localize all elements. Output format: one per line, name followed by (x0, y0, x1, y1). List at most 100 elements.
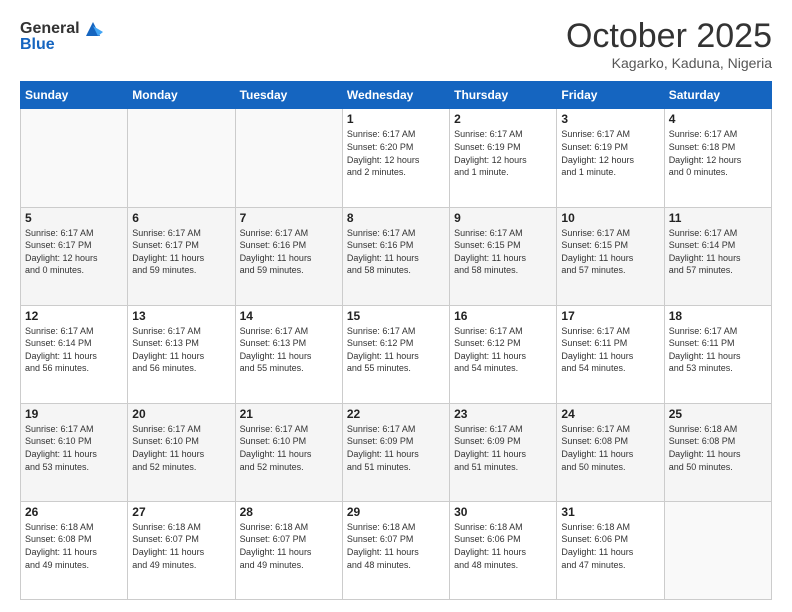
calendar-cell: 28Sunrise: 6:18 AMSunset: 6:07 PMDayligh… (235, 501, 342, 599)
day-number: 8 (347, 211, 445, 225)
calendar-cell: 31 Sunrise: 6:18 AMSunset: 6:06 PMDayligh… (557, 501, 664, 599)
day-number: 24 (561, 407, 659, 421)
day-info: Sunrise: 6:17 AMSunset: 6:09 PMDaylight:… (347, 423, 445, 473)
calendar-cell: 21 Sunrise: 6:17 AMSunset: 6:10 PMDayligh… (235, 403, 342, 501)
calendar-cell: 10 Sunrise: 6:17 AMSunset: 6:15 PMDayligh… (557, 207, 664, 305)
calendar-cell: 17Sunrise: 6:17 AMSunset: 6:11 PMDayligh… (557, 305, 664, 403)
day-number: 18 (669, 309, 767, 323)
calendar-header-wednesday: Wednesday (342, 82, 449, 109)
day-number: 22 (347, 407, 445, 421)
day-info: Sunrise: 6:17 AMSunset: 6:16 PMDaylight:… (347, 227, 445, 277)
calendar-cell (235, 109, 342, 207)
calendar-cell: 6 Sunrise: 6:17 AMSunset: 6:17 PMDaylight… (128, 207, 235, 305)
day-info: Sunrise: 6:17 AMSunset: 6:12 PMDaylight:… (347, 325, 445, 375)
day-number: 11 (669, 211, 767, 225)
day-info: Sunrise: 6:17 AMSunset: 6:11 PMDaylight:… (561, 325, 659, 375)
title-block: October 2025 Kagarko, Kaduna, Nigeria (566, 18, 772, 71)
calendar-cell (664, 501, 771, 599)
calendar-cell: 1 Sunrise: 6:17 AMSunset: 6:20 PMDaylight… (342, 109, 449, 207)
calendar-table: SundayMondayTuesdayWednesdayThursdayFrid… (20, 81, 772, 600)
header: General Blue October 2025 Kagarko, Kadun… (20, 18, 772, 71)
day-number: 19 (25, 407, 123, 421)
calendar-cell: 5Sunrise: 6:17 AMSunset: 6:17 PMDaylight… (21, 207, 128, 305)
calendar-cell: 15 Sunrise: 6:17 AMSunset: 6:12 PMDayligh… (342, 305, 449, 403)
calendar-cell: 29 Sunrise: 6:18 AMSunset: 6:07 PMDayligh… (342, 501, 449, 599)
day-info: Sunrise: 6:17 AMSunset: 6:17 PMDaylight:… (132, 227, 230, 277)
logo-blue-text: Blue (20, 36, 55, 54)
calendar-cell: 14Sunrise: 6:17 AMSunset: 6:13 PMDayligh… (235, 305, 342, 403)
calendar-cell: 3 Sunrise: 6:17 AMSunset: 6:19 PMDaylight… (557, 109, 664, 207)
calendar-header-saturday: Saturday (664, 82, 771, 109)
calendar-header-thursday: Thursday (450, 82, 557, 109)
calendar-cell (128, 109, 235, 207)
calendar-header-sunday: Sunday (21, 82, 128, 109)
day-info: Sunrise: 6:17 AMSunset: 6:13 PMDaylight:… (132, 325, 230, 375)
calendar-cell: 9 Sunrise: 6:17 AMSunset: 6:15 PMDaylight… (450, 207, 557, 305)
day-number: 3 (561, 112, 659, 126)
day-number: 10 (561, 211, 659, 225)
day-number: 29 (347, 505, 445, 519)
calendar-week-row: 5Sunrise: 6:17 AMSunset: 6:17 PMDaylight… (21, 207, 772, 305)
calendar-cell: 7 Sunrise: 6:17 AMSunset: 6:16 PMDaylight… (235, 207, 342, 305)
calendar-header-friday: Friday (557, 82, 664, 109)
day-info: Sunrise: 6:18 AMSunset: 6:06 PMDaylight:… (561, 521, 659, 571)
calendar-cell: 24 Sunrise: 6:17 AMSunset: 6:08 PMDayligh… (557, 403, 664, 501)
day-number: 16 (454, 309, 552, 323)
day-info: Sunrise: 6:18 AMSunset: 6:07 PMDaylight:… (347, 521, 445, 571)
day-info: Sunrise: 6:17 AMSunset: 6:08 PMDaylight:… (561, 423, 659, 473)
calendar-cell: 11 Sunrise: 6:17 AMSunset: 6:14 PMDayligh… (664, 207, 771, 305)
day-number: 1 (347, 112, 445, 126)
day-number: 31 (561, 505, 659, 519)
day-info: Sunrise: 6:18 AMSunset: 6:08 PMDaylight:… (25, 521, 123, 571)
calendar-cell: 12 Sunrise: 6:17 AMSunset: 6:14 PMDayligh… (21, 305, 128, 403)
calendar-cell: 22 Sunrise: 6:17 AMSunset: 6:09 PMDayligh… (342, 403, 449, 501)
day-info: Sunrise: 6:17 AMSunset: 6:14 PMDaylight:… (25, 325, 123, 375)
day-info: Sunrise: 6:17 AMSunset: 6:10 PMDaylight:… (132, 423, 230, 473)
calendar-cell: 4 Sunrise: 6:17 AMSunset: 6:18 PMDaylight… (664, 109, 771, 207)
calendar-cell: 13 Sunrise: 6:17 AMSunset: 6:13 PMDayligh… (128, 305, 235, 403)
calendar-week-row: 19 Sunrise: 6:17 AMSunset: 6:10 PMDayligh… (21, 403, 772, 501)
month-title: October 2025 (566, 18, 772, 55)
day-info: Sunrise: 6:17 AMSunset: 6:19 PMDaylight:… (561, 128, 659, 178)
day-number: 15 (347, 309, 445, 323)
day-number: 4 (669, 112, 767, 126)
day-info: Sunrise: 6:17 AMSunset: 6:15 PMDaylight:… (454, 227, 552, 277)
day-info: Sunrise: 6:17 AMSunset: 6:18 PMDaylight:… (669, 128, 767, 178)
day-number: 7 (240, 211, 338, 225)
day-info: Sunrise: 6:18 AMSunset: 6:06 PMDaylight:… (454, 521, 552, 571)
day-number: 9 (454, 211, 552, 225)
day-info: Sunrise: 6:18 AMSunset: 6:08 PMDaylight:… (669, 423, 767, 473)
logo-icon (82, 18, 104, 40)
day-info: Sunrise: 6:17 AMSunset: 6:12 PMDaylight:… (454, 325, 552, 375)
calendar-cell: 16 Sunrise: 6:17 AMSunset: 6:12 PMDayligh… (450, 305, 557, 403)
day-info: Sunrise: 6:17 AMSunset: 6:14 PMDaylight:… (669, 227, 767, 277)
day-info: Sunrise: 6:17 AMSunset: 6:20 PMDaylight:… (347, 128, 445, 178)
day-info: Sunrise: 6:17 AMSunset: 6:10 PMDaylight:… (240, 423, 338, 473)
day-info: Sunrise: 6:18 AMSunset: 6:07 PMDaylight:… (240, 521, 338, 571)
calendar-header-row: SundayMondayTuesdayWednesdayThursdayFrid… (21, 82, 772, 109)
calendar-cell: 30 Sunrise: 6:18 AMSunset: 6:06 PMDayligh… (450, 501, 557, 599)
logo: General Blue (20, 18, 104, 54)
day-info: Sunrise: 6:17 AMSunset: 6:16 PMDaylight:… (240, 227, 338, 277)
day-number: 26 (25, 505, 123, 519)
day-number: 21 (240, 407, 338, 421)
day-number: 30 (454, 505, 552, 519)
day-number: 6 (132, 211, 230, 225)
calendar-header-monday: Monday (128, 82, 235, 109)
day-number: 12 (25, 309, 123, 323)
day-number: 25 (669, 407, 767, 421)
page: General Blue October 2025 Kagarko, Kadun… (0, 0, 792, 612)
calendar-cell: 25 Sunrise: 6:18 AMSunset: 6:08 PMDayligh… (664, 403, 771, 501)
day-number: 14 (240, 309, 338, 323)
day-number: 13 (132, 309, 230, 323)
day-number: 20 (132, 407, 230, 421)
day-info: Sunrise: 6:17 AMSunset: 6:17 PMDaylight:… (25, 227, 123, 277)
calendar-cell: 2Sunrise: 6:17 AMSunset: 6:19 PMDaylight… (450, 109, 557, 207)
calendar-cell: 26 Sunrise: 6:18 AMSunset: 6:08 PMDayligh… (21, 501, 128, 599)
day-info: Sunrise: 6:17 AMSunset: 6:19 PMDaylight:… (454, 128, 552, 178)
day-info: Sunrise: 6:17 AMSunset: 6:15 PMDaylight:… (561, 227, 659, 277)
day-info: Sunrise: 6:18 AMSunset: 6:07 PMDaylight:… (132, 521, 230, 571)
day-info: Sunrise: 6:17 AMSunset: 6:09 PMDaylight:… (454, 423, 552, 473)
calendar-cell: 27Sunrise: 6:18 AMSunset: 6:07 PMDayligh… (128, 501, 235, 599)
calendar-week-row: 26 Sunrise: 6:18 AMSunset: 6:08 PMDayligh… (21, 501, 772, 599)
